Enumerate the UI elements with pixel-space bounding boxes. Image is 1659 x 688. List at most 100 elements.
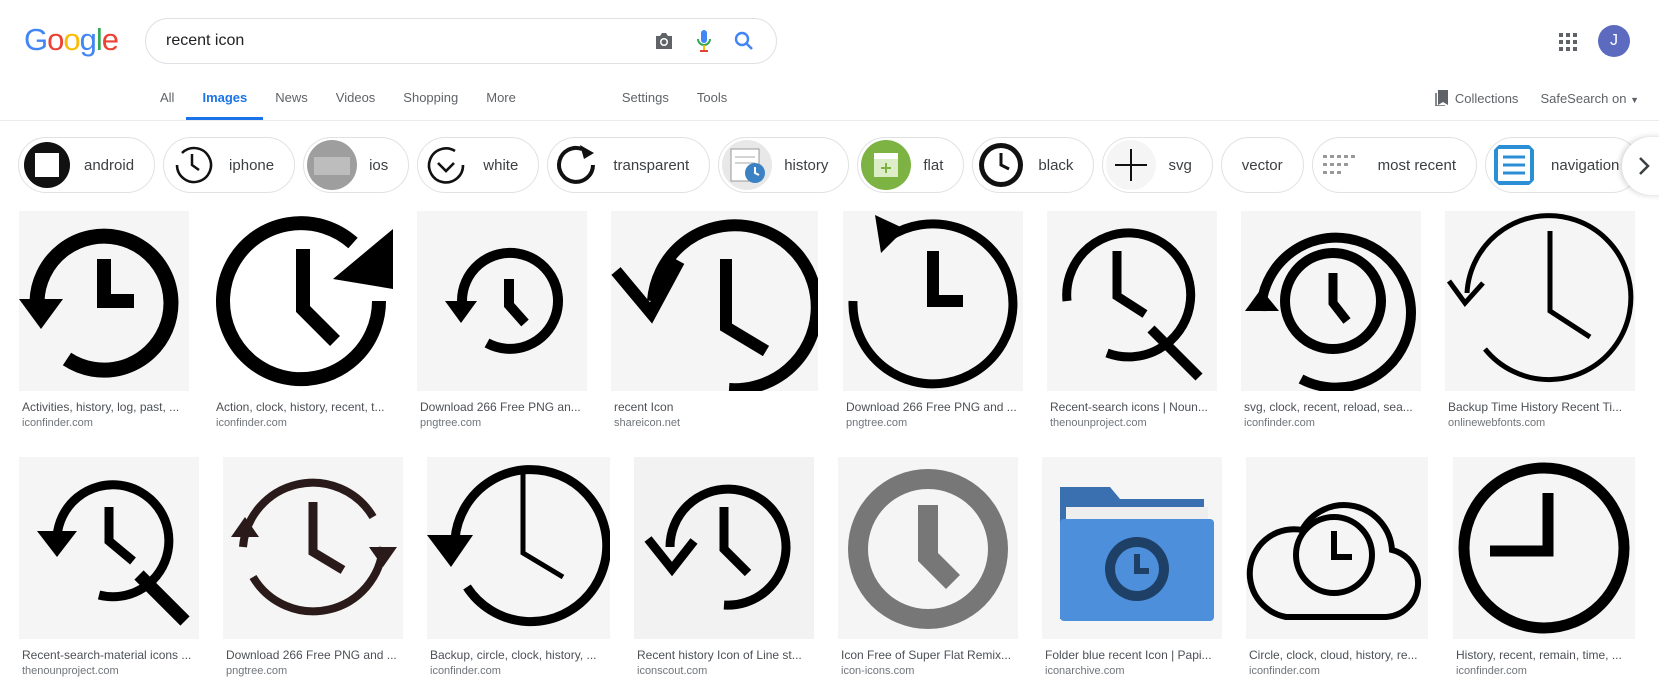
result-thumbnail[interactable] xyxy=(1042,457,1222,639)
result-title: History, recent, remain, time, ... xyxy=(1456,648,1622,662)
result-thumbnail[interactable] xyxy=(634,457,814,639)
chevron-right-icon xyxy=(1639,157,1650,175)
result-thumbnail[interactable] xyxy=(1246,457,1428,639)
result-source: pngtree.com xyxy=(846,417,908,429)
image-result[interactable]: Download 266 Free PNG an... pngtree.com xyxy=(417,211,587,429)
chip-most-recent[interactable]: most recent xyxy=(1311,137,1478,193)
result-title: recent Icon xyxy=(614,400,674,414)
chip-label: navigation xyxy=(1551,156,1620,174)
image-result[interactable]: Icon Free of Super Flat Remix... icon-ic… xyxy=(838,457,1018,677)
tab-more[interactable]: More xyxy=(486,84,516,120)
chip-black[interactable]: black xyxy=(972,137,1095,193)
history-thumb-icon xyxy=(730,148,766,183)
safesearch-dropdown[interactable]: SafeSearch on ▼ xyxy=(1540,91,1639,106)
image-result[interactable]: Recent history Icon of Line st... iconsc… xyxy=(634,457,814,677)
chip-label: vector xyxy=(1241,156,1283,174)
tab-images[interactable]: Images xyxy=(186,84,264,120)
image-result[interactable]: Folder blue recent Icon | Papi... iconar… xyxy=(1042,457,1222,677)
search-icon[interactable] xyxy=(726,23,762,59)
apps-grid-icon[interactable] xyxy=(1556,30,1580,54)
image-result[interactable]: Activities, history, log, past, ... icon… xyxy=(19,211,189,429)
image-result[interactable]: Backup Time History Recent Ti... onlinew… xyxy=(1445,211,1635,429)
clock-icon xyxy=(1458,462,1630,634)
result-source: pngtree.com xyxy=(226,665,288,677)
chip-label: svg xyxy=(1168,156,1192,174)
chip-white[interactable]: white xyxy=(417,137,540,193)
black-thumb-icon xyxy=(979,143,1024,187)
tab-shopping[interactable]: Shopping xyxy=(403,84,458,120)
image-result[interactable]: svg, clock, recent, reload, sea... iconf… xyxy=(1241,211,1421,429)
tab-videos[interactable]: Videos xyxy=(336,84,376,120)
chip-label: transparent xyxy=(613,156,690,174)
image-result[interactable]: Download 266 Free PNG and ... pngtree.co… xyxy=(223,457,403,677)
collections-label: Collections xyxy=(1454,90,1519,106)
tab-settings[interactable]: Settings xyxy=(622,84,669,120)
white-thumb-icon xyxy=(427,147,465,184)
result-thumbnail[interactable] xyxy=(19,457,199,639)
backup-clock-icon xyxy=(427,465,610,627)
result-source: shareicon.net xyxy=(614,417,681,429)
cloud-clock-icon xyxy=(1246,502,1421,620)
result-thumbnail[interactable] xyxy=(611,211,818,391)
tab-tools[interactable]: Tools xyxy=(697,84,727,120)
result-title: Recent history Icon of Line st... xyxy=(637,648,802,662)
result-thumbnail[interactable] xyxy=(417,211,587,391)
image-result[interactable]: Circle, clock, cloud, history, re... ico… xyxy=(1246,457,1428,677)
recent-search-icon xyxy=(37,480,190,626)
search-box[interactable]: recent icon xyxy=(145,18,777,64)
history-clock-icon xyxy=(19,228,179,378)
avatar[interactable]: J xyxy=(1598,25,1630,57)
result-thumbnail[interactable] xyxy=(213,211,393,391)
clock-thumb-icon xyxy=(175,146,213,184)
result-source: iconfinder.com xyxy=(22,417,93,429)
image-result[interactable]: recent Icon shareicon.net xyxy=(611,211,818,429)
chip-ios[interactable]: ios xyxy=(303,137,410,193)
result-thumbnail[interactable] xyxy=(1241,211,1421,391)
google-logo[interactable]: Google xyxy=(24,22,119,58)
result-thumbnail[interactable] xyxy=(838,457,1018,639)
chip-svg[interactable]: svg xyxy=(1102,137,1213,193)
collections-button[interactable]: Collections xyxy=(1435,90,1519,106)
blue-folder-icon xyxy=(1060,487,1214,621)
chip-label: ios xyxy=(369,156,389,174)
chip-transparent[interactable]: transparent xyxy=(547,137,711,193)
result-thumbnail[interactable] xyxy=(1047,211,1217,391)
tab-all[interactable]: All xyxy=(160,84,174,120)
chip-android[interactable]: android xyxy=(18,137,156,193)
result-thumbnail[interactable] xyxy=(223,457,403,639)
chip-navigation[interactable]: navigation xyxy=(1485,137,1641,193)
transparent-thumb-icon xyxy=(557,145,596,184)
camera-icon[interactable] xyxy=(646,23,682,59)
chip-vector[interactable]: vector xyxy=(1220,137,1304,193)
image-result[interactable]: Backup, circle, clock, history, ... icon… xyxy=(427,457,610,677)
search-input[interactable]: recent icon xyxy=(166,32,646,50)
chip-flat[interactable]: flat xyxy=(857,137,965,193)
chip-history[interactable]: history xyxy=(718,137,850,193)
result-thumbnail[interactable] xyxy=(427,457,610,639)
history-clock-icon xyxy=(611,219,818,391)
chip-label: flat xyxy=(923,156,944,174)
logo-letter: o xyxy=(47,22,64,57)
chip-label: black xyxy=(1038,156,1074,174)
image-result[interactable]: Download 266 Free PNG and ... pngtree.co… xyxy=(843,211,1023,429)
result-thumbnail[interactable] xyxy=(843,211,1023,391)
result-thumbnail[interactable] xyxy=(1445,211,1635,391)
caret-down-icon: ▼ xyxy=(1630,94,1639,105)
image-result[interactable]: History, recent, remain, time, ... iconf… xyxy=(1453,457,1635,677)
result-source: onlinewebfonts.com xyxy=(1448,417,1546,429)
image-result[interactable]: Recent-search icons | Noun... thenounpro… xyxy=(1047,211,1217,429)
result-title: Folder blue recent Icon | Papi... xyxy=(1045,648,1212,662)
result-title: Download 266 Free PNG and ... xyxy=(226,648,397,662)
tab-news[interactable]: News xyxy=(275,84,308,120)
image-result[interactable]: Action, clock, history, recent, t... ico… xyxy=(213,211,393,429)
microphone-icon[interactable] xyxy=(686,23,722,59)
result-thumbnail[interactable] xyxy=(1453,457,1635,639)
chip-label: android xyxy=(84,156,135,174)
result-source: thenounproject.com xyxy=(1050,417,1147,429)
chip-iphone[interactable]: iphone xyxy=(163,137,296,193)
sync-clock-icon xyxy=(231,478,397,616)
result-thumbnail[interactable] xyxy=(19,211,189,391)
image-result[interactable]: Recent-search-material icons ... thenoun… xyxy=(19,457,199,677)
chip-label: most recent xyxy=(1377,156,1457,174)
chip-label: white xyxy=(483,156,519,174)
